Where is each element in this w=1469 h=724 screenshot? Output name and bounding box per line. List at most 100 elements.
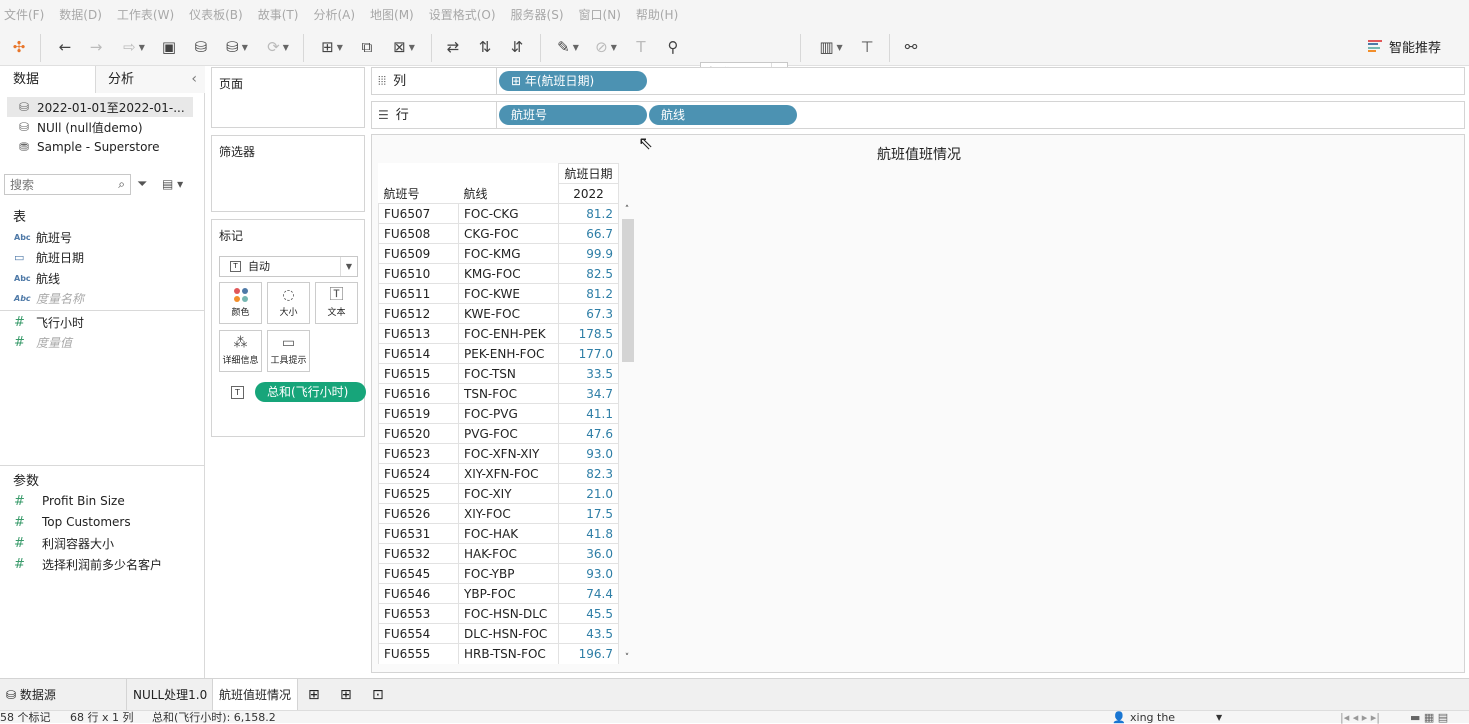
flight-number-cell[interactable]: FU6510: [378, 263, 459, 284]
highlight-icon[interactable]: ✎ ▼: [552, 36, 584, 58]
fix-axes-icon[interactable]: ⚲: [662, 36, 684, 58]
route-cell[interactable]: PVG-FOC: [458, 423, 559, 444]
route-cell[interactable]: FOC-PVG: [458, 403, 559, 424]
flight-number-cell[interactable]: FU6509: [378, 243, 459, 264]
route-cell[interactable]: KWE-FOC: [458, 303, 559, 324]
route-cell[interactable]: XIY-XFN-FOC: [458, 463, 559, 484]
menu-map[interactable]: 地图(M): [370, 6, 414, 23]
scroll-thumb[interactable]: [622, 219, 634, 362]
swap-rows-columns-icon[interactable]: ⇄: [442, 36, 464, 58]
tab-datasource[interactable]: ⛁ 数据源: [0, 679, 62, 711]
share-icon[interactable]: ⚯: [900, 36, 922, 58]
route-cell[interactable]: KMG-FOC: [458, 263, 559, 284]
detail-button[interactable]: ⁂ 详细信息: [219, 330, 262, 372]
field-item[interactable]: # 飞行小时: [14, 312, 84, 332]
menu-file[interactable]: 文件(F): [4, 6, 44, 23]
refresh-icon[interactable]: ⟳ ▼: [260, 36, 296, 58]
datasource-item[interactable]: ⛃ Sample - Superstore: [7, 137, 193, 157]
flight-number-cell[interactable]: FU6525: [378, 483, 459, 504]
route-cell[interactable]: FOC-HSN-DLC: [458, 603, 559, 624]
flight-number-cell[interactable]: FU6519: [378, 403, 459, 424]
column-header-date[interactable]: 航班日期: [558, 163, 619, 184]
columns-shelf[interactable]: ⦙⦙⦙ 列 ⊞ 年(航班日期): [371, 67, 1465, 95]
field-item[interactable]: # 度量值: [14, 332, 72, 352]
flight-number-cell[interactable]: FU6507: [378, 203, 459, 224]
flight-number-cell[interactable]: FU6545: [378, 563, 459, 584]
row-header-flight[interactable]: 航班号: [379, 184, 459, 204]
menu-window[interactable]: 窗口(N): [579, 6, 621, 23]
flight-hours-cell[interactable]: 45.5: [558, 603, 619, 624]
parameter-item[interactable]: # 利润容器大小: [14, 533, 114, 553]
route-cell[interactable]: XIY-FOC: [458, 503, 559, 524]
search-input[interactable]: [5, 175, 110, 194]
sort-ascending-icon[interactable]: ⇅: [474, 36, 496, 58]
route-cell[interactable]: FOC-XFN-XIY: [458, 443, 559, 464]
sheet-nav-icons[interactable]: |◂ ◂ ▸ ▸|: [1340, 711, 1380, 724]
save-icon[interactable]: ▣: [160, 36, 178, 58]
route-cell[interactable]: CKG-FOC: [458, 223, 559, 244]
view-options-icon[interactable]: ▤ ▾: [162, 177, 183, 191]
flight-number-cell[interactable]: FU6512: [378, 303, 459, 324]
menu-story[interactable]: 故事(T): [258, 6, 299, 23]
duplicate-sheet-icon[interactable]: ⧉: [356, 36, 378, 58]
tab-data[interactable]: 数据: [0, 66, 96, 93]
tab-sheet-null[interactable]: NULL处理1.0: [126, 679, 213, 711]
route-cell[interactable]: HAK-FOC: [458, 543, 559, 564]
flight-number-cell[interactable]: FU6524: [378, 463, 459, 484]
flight-number-cell[interactable]: FU6513: [378, 323, 459, 344]
row-header-route[interactable]: 航线: [459, 184, 559, 204]
flight-number-cell[interactable]: FU6511: [378, 283, 459, 304]
row-pill[interactable]: 航线: [649, 105, 797, 125]
flight-hours-cell[interactable]: 81.2: [558, 283, 619, 304]
route-cell[interactable]: TSN-FOC: [458, 383, 559, 404]
route-cell[interactable]: FOC-XIY: [458, 483, 559, 504]
flight-number-cell[interactable]: FU6553: [378, 603, 459, 624]
pause-updates-icon[interactable]: ⛁ ▼: [222, 36, 252, 58]
collapse-pane-icon[interactable]: ‹: [191, 66, 197, 93]
route-cell[interactable]: FOC-HAK: [458, 523, 559, 544]
new-worksheet-tab-icon[interactable]: ⊞: [302, 679, 326, 711]
new-dashboard-tab-icon[interactable]: ⊞: [334, 679, 358, 711]
tableau-logo-icon[interactable]: ✣: [10, 36, 28, 58]
flight-number-cell[interactable]: FU6514: [378, 343, 459, 364]
pages-card[interactable]: 页面: [211, 67, 365, 128]
flight-number-cell[interactable]: FU6520: [378, 423, 459, 444]
flight-hours-cell[interactable]: 67.3: [558, 303, 619, 324]
flight-hours-cell[interactable]: 33.5: [558, 363, 619, 384]
flight-hours-cell[interactable]: 82.5: [558, 263, 619, 284]
clear-sheet-icon[interactable]: ⊠ ▼: [386, 36, 422, 58]
vertical-scrollbar[interactable]: ˄ ˅: [620, 205, 634, 665]
flight-number-cell[interactable]: FU6508: [378, 223, 459, 244]
datasource-item[interactable]: ⛁ NUll (null值demo): [7, 117, 193, 137]
filters-card[interactable]: 筛选器: [211, 135, 365, 212]
scroll-down-icon[interactable]: ˅: [620, 653, 634, 665]
chevron-down-icon[interactable]: ▼: [1216, 711, 1222, 724]
flight-number-cell[interactable]: FU6546: [378, 583, 459, 604]
column-header-year[interactable]: 2022: [558, 183, 619, 204]
flight-number-cell[interactable]: FU6523: [378, 443, 459, 464]
undo-icon[interactable]: ←: [55, 36, 75, 58]
flight-hours-cell[interactable]: 93.0: [558, 563, 619, 584]
show-labels-icon[interactable]: T: [630, 36, 652, 58]
color-button[interactable]: 颜色: [219, 282, 262, 324]
field-item[interactable]: ▭ 航班日期: [14, 247, 84, 267]
flight-hours-cell[interactable]: 17.5: [558, 503, 619, 524]
redo-icon[interactable]: →: [86, 36, 106, 58]
route-cell[interactable]: FOC-ENH-PEK: [458, 323, 559, 344]
flight-number-cell[interactable]: FU6554: [378, 623, 459, 644]
menu-data[interactable]: 数据(D): [59, 6, 102, 23]
text-button[interactable]: 🅃 文本: [315, 282, 358, 324]
menu-analysis[interactable]: 分析(A): [313, 6, 355, 23]
flight-hours-cell[interactable]: 81.2: [558, 203, 619, 224]
new-story-tab-icon[interactable]: ⊡: [366, 679, 390, 711]
tab-sheet-flight[interactable]: 航班值班情况: [212, 679, 299, 711]
flight-hours-cell[interactable]: 41.1: [558, 403, 619, 424]
measure-pill[interactable]: 总和(飞行小时): [255, 382, 366, 402]
smart-recommend-button[interactable]: 智能推荐: [1368, 36, 1441, 56]
replay-icon[interactable]: ⇨ ▼: [116, 36, 152, 58]
flight-hours-cell[interactable]: 177.0: [558, 343, 619, 364]
parameter-item[interactable]: # Top Customers: [14, 512, 131, 532]
flight-hours-cell[interactable]: 82.3: [558, 463, 619, 484]
route-cell[interactable]: HRB-TSN-FOC: [458, 643, 559, 664]
flight-hours-cell[interactable]: 196.7: [558, 643, 619, 664]
